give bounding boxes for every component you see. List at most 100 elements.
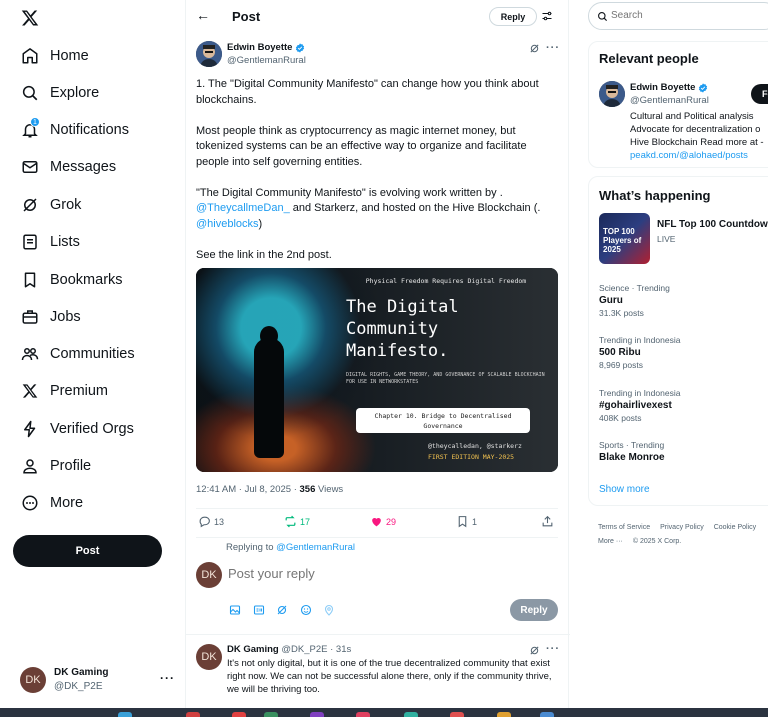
account-switcher[interactable]: DK DK Gaming @DK_P2E ···: [20, 667, 180, 695]
taskbar-app-icon[interactable]: [356, 712, 370, 717]
nav-notifications[interactable]: 1 Notifications: [20, 117, 129, 142]
taskbar-app-icon[interactable]: [310, 712, 324, 717]
taskbar-app-icon[interactable]: [540, 712, 554, 717]
taskbar-app-icon[interactable]: [232, 712, 246, 717]
show-more-link[interactable]: Show more: [599, 484, 650, 495]
reply-input[interactable]: [228, 566, 478, 581]
grok-icon[interactable]: [529, 645, 540, 656]
person-name[interactable]: Edwin Boyette: [630, 82, 708, 93]
nav-label: Home: [50, 48, 89, 64]
replying-to-handle[interactable]: @GentlemanRural: [276, 542, 355, 553]
tweet-image[interactable]: Physical Freedom Requires Digital Freedo…: [196, 268, 558, 472]
repost-count: 17: [300, 516, 311, 527]
reply-author-handle[interactable]: @DK_P2E: [281, 644, 327, 655]
author-handle[interactable]: @GentlemanRural: [227, 55, 306, 66]
emoji-icon[interactable]: [300, 603, 312, 616]
sliders-icon[interactable]: [541, 10, 553, 22]
trend-item[interactable]: Trending in Indonesia #gohairlivexest 40…: [599, 388, 680, 423]
image-icon[interactable]: [229, 603, 241, 615]
trend-item[interactable]: Sports · Trending Blake Monroe: [599, 440, 665, 463]
event-title[interactable]: NFL Top 100 Countdown: [657, 219, 768, 230]
nav-bookmarks[interactable]: Bookmarks: [20, 268, 123, 292]
nav-messages[interactable]: Messages: [20, 155, 116, 179]
bookmark-action[interactable]: 1: [456, 515, 477, 528]
taskbar-app-icon[interactable]: [118, 712, 132, 717]
follow-button[interactable]: Fo: [751, 84, 768, 104]
share-action[interactable]: [541, 515, 557, 528]
person-handle[interactable]: @GentlemanRural: [630, 95, 709, 106]
more-options-icon[interactable]: ···: [546, 42, 560, 54]
mention-link[interactable]: @TheycallmeDan_: [196, 202, 290, 214]
tweet-text-segment: ): [258, 217, 263, 230]
more-options-icon[interactable]: ···: [546, 643, 560, 655]
tweet-timestamp[interactable]: 12:41 AM · Jul 8, 2025 ·: [196, 484, 300, 495]
taskbar-app-icon[interactable]: [404, 712, 418, 717]
trend-item[interactable]: Trending in Indonesia 500 Ribu 8,969 pos…: [599, 335, 680, 370]
nav-lists[interactable]: Lists: [20, 230, 80, 254]
nav-more[interactable]: More: [20, 491, 83, 515]
taskbar-app-icon[interactable]: [497, 712, 511, 717]
taskbar-app-icon[interactable]: [264, 712, 278, 717]
nav-communities[interactable]: Communities: [20, 342, 135, 366]
like-action[interactable]: 29: [370, 515, 396, 528]
notification-badge: 1: [30, 117, 40, 127]
taskbar-app-icon[interactable]: [186, 712, 200, 717]
nav-grok[interactable]: Grok: [20, 193, 81, 217]
image-top-line: Physical Freedom Requires Digital Freedo…: [365, 277, 527, 285]
tweet-text: 1. The "Digital Community Manifesto" can…: [196, 77, 556, 279]
footer-link[interactable]: Cookie Policy: [714, 524, 756, 531]
event-thumbnail[interactable]: TOP 100 Players of 2025: [599, 213, 650, 264]
footer-link[interactable]: Terms of Service: [598, 524, 650, 531]
image-authors: @theycalledan, @starkerz: [428, 442, 522, 450]
location-icon[interactable]: [323, 603, 335, 616]
grok-icon[interactable]: [529, 43, 540, 54]
nav-label: Lists: [50, 234, 80, 250]
replying-to: Replying to @GentlemanRural: [226, 542, 355, 553]
avatar: DK: [196, 562, 222, 588]
bio-link[interactable]: peakd.com/@alohaed/posts: [630, 149, 768, 162]
relevant-people-card: Relevant people Edwin Boyette @Gentleman…: [588, 41, 768, 168]
footer-more[interactable]: More ···: [598, 538, 623, 545]
back-arrow-icon[interactable]: ←: [196, 7, 210, 23]
copyright: © 2025 X Corp.: [632, 538, 682, 545]
people-icon: [20, 344, 40, 364]
post-button[interactable]: Post: [13, 535, 162, 567]
grok-icon[interactable]: [276, 603, 288, 615]
image-title-line: The Digital: [346, 297, 459, 317]
reply-filter-button[interactable]: Reply: [489, 7, 537, 26]
footer-link[interactable]: Privacy Policy: [660, 524, 704, 531]
nav-label: Explore: [50, 85, 100, 101]
nav-label: Profile: [50, 458, 92, 474]
trend-item[interactable]: Science · Trending Guru 31.3K posts: [599, 283, 670, 318]
gif-icon[interactable]: [253, 603, 265, 615]
repost-icon: [285, 515, 296, 528]
nav-jobs[interactable]: Jobs: [20, 305, 81, 329]
reply-submit-button[interactable]: Reply: [510, 599, 558, 621]
author-avatar[interactable]: [196, 41, 222, 67]
nav-home[interactable]: Home: [20, 44, 89, 68]
reply-action[interactable]: 13: [198, 515, 224, 528]
repost-action[interactable]: 17: [284, 515, 310, 528]
taskbar-app-icon[interactable]: [450, 712, 464, 717]
search-input[interactable]: [611, 10, 761, 21]
tweet-text-segment: "The Digital Community Manifesto" is evo…: [196, 186, 503, 199]
person-avatar[interactable]: [599, 81, 625, 107]
image-title-line: Manifesto.: [346, 341, 449, 361]
reply-author-name[interactable]: DK Gaming: [227, 644, 279, 655]
avatar[interactable]: DK: [196, 644, 222, 670]
nav-premium[interactable]: Premium: [20, 379, 108, 403]
left-navigation: Home Explore 1 Notifications Messages Gr…: [0, 0, 185, 717]
nav-explore[interactable]: Explore: [20, 81, 99, 105]
nav-verified-orgs[interactable]: Verified Orgs: [20, 417, 134, 441]
nav-profile[interactable]: Profile: [20, 454, 91, 478]
whats-happening-card: What’s happening TOP 100 Players of 2025…: [588, 176, 768, 506]
author-name[interactable]: Edwin Boyette: [227, 42, 305, 53]
bookmark-icon: [20, 270, 40, 290]
x-logo-icon[interactable]: [20, 9, 40, 27]
mention-link[interactable]: @hiveblocks: [196, 218, 259, 230]
tweet-text-segment: and Starkerz, and hosted on the Hive Blo…: [289, 202, 541, 214]
nav-label: Notifications: [50, 122, 129, 138]
search-box[interactable]: [588, 2, 768, 30]
reply-text: It's not only digital, but it is one of …: [227, 658, 552, 695]
bell-icon: 1: [20, 117, 40, 140]
